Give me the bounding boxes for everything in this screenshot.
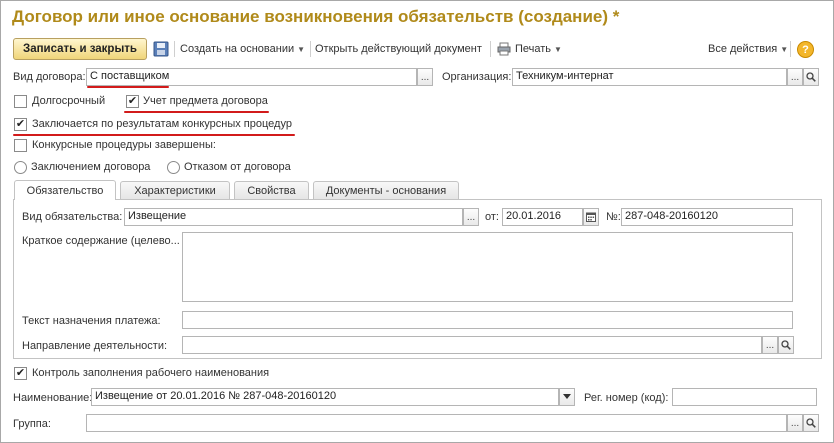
obligation-kind-select-button[interactable]: ... (463, 208, 479, 226)
chevron-down-icon: ▼ (554, 45, 562, 54)
calendar-button[interactable] (583, 208, 599, 226)
save-disk-icon[interactable] (153, 41, 169, 60)
obligation-number-input[interactable]: 287-048-20160120 (621, 208, 793, 226)
toolbar-divider (310, 41, 311, 57)
name-dropdown-button[interactable] (559, 388, 575, 406)
calendar-icon (586, 212, 596, 222)
contract-type-input[interactable]: С поставщиком (86, 68, 417, 86)
activity-direction-input[interactable] (182, 336, 762, 354)
competitive-procedures-checkbox[interactable]: ✔ (14, 118, 27, 131)
obligation-date-label: от: (485, 211, 499, 223)
radio-refusal-label: Отказом от договора (184, 161, 291, 173)
contract-type-select-button[interactable]: ... (417, 68, 433, 86)
dropdown-arrow-icon (563, 394, 571, 399)
search-icon (806, 418, 816, 428)
reg-number-input[interactable] (672, 388, 817, 406)
help-icon[interactable]: ? (797, 41, 814, 58)
summary-label: Краткое содержание (целево... (22, 235, 180, 247)
annotation-underline (124, 111, 269, 113)
obligation-kind-input[interactable]: Извещение (124, 208, 463, 226)
annotation-underline (87, 86, 169, 88)
competitive-procedures-label: Заключается по результатам конкурсных пр… (32, 118, 292, 130)
print-label: Печать (515, 43, 552, 55)
activity-direction-search-button[interactable] (778, 336, 794, 354)
window: Договор или иное основание возникновения… (0, 0, 834, 443)
organization-input[interactable]: Техникум-интернат (512, 68, 787, 86)
chevron-down-icon: ▼ (297, 45, 306, 54)
organization-search-button[interactable] (803, 68, 819, 86)
tab-characteristics[interactable]: Характеристики (120, 181, 230, 200)
chevron-down-icon: ▼ (780, 45, 789, 54)
check-icon: ✔ (15, 118, 26, 130)
payment-purpose-label: Текст назначения платежа: (22, 315, 161, 327)
toolbar-divider (790, 41, 791, 57)
save-close-button[interactable]: Записать и закрыть (13, 38, 147, 60)
tab-base-documents[interactable]: Документы - основания (313, 181, 459, 200)
contract-type-label: Вид договора: (13, 71, 86, 83)
procedures-done-label: Конкурсные процедуры завершены: (32, 139, 216, 151)
subject-accounting-label: Учет предмета договора (143, 95, 268, 107)
tab-properties[interactable]: Свойства (234, 181, 309, 200)
obligation-date-input[interactable]: 20.01.2016 (502, 208, 583, 226)
obligation-kind-label: Вид обязательства: (22, 211, 123, 223)
longterm-label: Долгосрочный (32, 95, 106, 107)
activity-direction-label: Направление деятельности: (22, 340, 168, 352)
search-icon (781, 340, 791, 350)
organization-select-button[interactable]: ... (787, 68, 803, 86)
create-based-label: Создать на основании (180, 43, 295, 55)
radio-refusal[interactable] (167, 161, 180, 174)
organization-label: Организация: (442, 71, 512, 83)
name-input[interactable]: Извещение от 20.01.2016 № 287-048-201601… (91, 388, 559, 406)
summary-textarea[interactable] (182, 232, 793, 302)
printer-icon (497, 42, 511, 59)
activity-direction-select-button[interactable]: ... (762, 336, 778, 354)
radio-conclusion-label: Заключением договора (31, 161, 151, 173)
print-menu[interactable]: Печать ▼ (515, 43, 562, 55)
group-label: Группа: (13, 418, 51, 430)
name-label: Наименование: (13, 392, 93, 404)
open-current-document-button[interactable]: Открыть действующий документ (315, 43, 482, 55)
page-title: Договор или иное основание возникновения… (12, 7, 620, 26)
check-icon: ✔ (127, 95, 138, 107)
create-based-menu[interactable]: Создать на основании ▼ (180, 43, 305, 55)
reg-number-label: Рег. номер (код): (584, 392, 669, 404)
payment-purpose-input[interactable] (182, 311, 793, 329)
toolbar-divider (490, 41, 491, 57)
group-select-button[interactable]: ... (787, 414, 803, 432)
search-icon (806, 72, 816, 82)
obligation-number-label: №: (606, 211, 621, 223)
all-actions-menu[interactable]: Все действия ▼ (708, 43, 788, 55)
control-name-checkbox[interactable]: ✔ (14, 367, 27, 380)
procedures-done-checkbox[interactable] (14, 139, 27, 152)
control-name-label: Контроль заполнения рабочего наименовани… (32, 367, 270, 379)
tab-obligation[interactable]: Обязательство (14, 180, 116, 200)
toolbar-divider (174, 41, 175, 57)
annotation-underline (13, 134, 295, 136)
group-search-button[interactable] (803, 414, 819, 432)
radio-conclusion[interactable] (14, 161, 27, 174)
longterm-checkbox[interactable] (14, 95, 27, 108)
subject-accounting-checkbox[interactable]: ✔ (126, 95, 139, 108)
check-icon: ✔ (15, 367, 26, 379)
all-actions-label: Все действия (708, 43, 778, 55)
group-input[interactable] (86, 414, 787, 432)
